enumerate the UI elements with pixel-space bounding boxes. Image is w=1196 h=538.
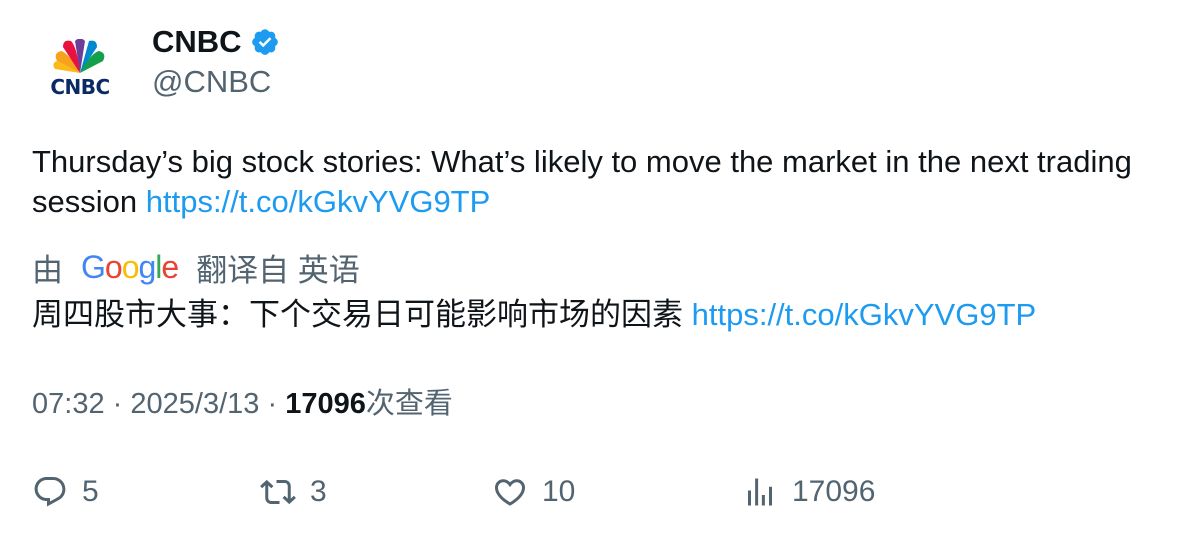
translation-attribution: 由 Google 翻译自 英语 <box>32 246 360 288</box>
google-logo[interactable]: Google <box>81 248 179 286</box>
views-chart-icon <box>748 478 772 506</box>
verified-badge-icon[interactable] <box>250 27 280 57</box>
google-letter: G <box>81 248 106 285</box>
peacock-logo-icon <box>53 39 105 73</box>
author-names: CNBC @CNBC <box>152 22 280 100</box>
reply-button[interactable]: 5 <box>32 470 99 514</box>
google-letter: g <box>138 248 156 285</box>
display-name-row: CNBC <box>152 22 280 62</box>
author-handle[interactable]: @CNBC <box>152 64 280 100</box>
google-letter: o <box>121 248 140 285</box>
tweet-date[interactable]: 2025/3/13 <box>130 388 259 420</box>
heart-icon <box>494 479 526 506</box>
translation-prefix: 由 <box>32 252 63 288</box>
retweet-icon <box>260 479 296 505</box>
retweet-button[interactable]: 3 <box>260 470 327 514</box>
reply-icon <box>34 477 66 507</box>
google-letter: e <box>161 248 179 285</box>
action-bar: 5 3 10 17096 <box>32 470 1162 514</box>
avatar[interactable]: CNBC <box>32 20 128 116</box>
meta-separator: · <box>112 388 123 420</box>
retweet-count: 3 <box>310 475 327 508</box>
meta-separator: · <box>267 388 278 420</box>
tweet-text: Thursday’s big stock stories: What’s lik… <box>32 142 1132 222</box>
translated-tweet-text: 周四股市大事：下个交易日可能影响市场的因素 https://t.co/kGkvY… <box>32 295 1036 335</box>
google-letter: o <box>104 248 123 285</box>
avatar-logo-text: CNBC <box>50 75 110 99</box>
like-count: 10 <box>542 475 576 508</box>
views-button[interactable]: 17096 <box>742 470 875 514</box>
tweet-time[interactable]: 07:32 <box>32 388 105 420</box>
translated-link[interactable]: https://t.co/kGkvYVG9TP <box>692 297 1037 332</box>
translated-body: 周四股市大事：下个交易日可能影响市场的因素 <box>32 297 683 332</box>
like-button[interactable]: 10 <box>492 470 575 514</box>
tweet-link[interactable]: https://t.co/kGkvYVG9TP <box>146 184 491 219</box>
display-name[interactable]: CNBC <box>152 24 242 60</box>
translation-suffix: 翻译自 英语 <box>196 252 360 288</box>
reply-count: 5 <box>82 475 99 508</box>
meta-views-label: 次查看 <box>365 388 453 420</box>
tweet-meta: 07:32 · 2025/3/13 · 17096次查看 <box>32 384 453 424</box>
meta-views-count: 17096 <box>285 388 366 420</box>
tweet-header: CNBC CNBC @CNBC <box>32 20 280 116</box>
views-count: 17096 <box>792 475 876 508</box>
